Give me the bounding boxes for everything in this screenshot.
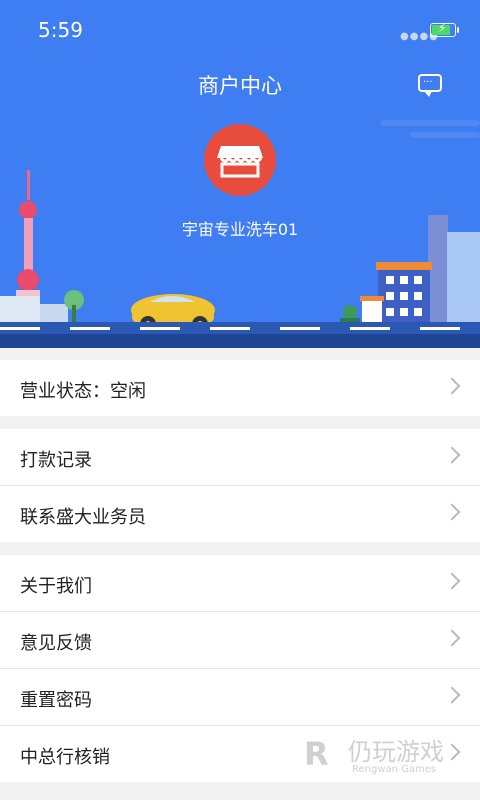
- chevron-right-icon: [443, 572, 461, 590]
- menu-section-finance: 打款记录 联系盛大业务员: [0, 429, 480, 542]
- chevron-right-icon: [443, 629, 461, 647]
- watermark-text: 仍玩游戏: [348, 738, 444, 766]
- menu-item-reset-password[interactable]: 重置密码: [0, 669, 480, 726]
- watermark-logo-icon: R: [304, 735, 329, 773]
- shop-name: 宇宙专业洗车01: [181, 220, 299, 239]
- menu-item-business-status[interactable]: 营业状态：空闲: [0, 360, 480, 416]
- menu-item-label: 联系盛大业务员: [20, 507, 146, 528]
- menu-item-label: 中总行核销: [20, 747, 110, 768]
- menu-item-label: 打款记录: [20, 450, 92, 471]
- menu-item-payment-records[interactable]: 打款记录: [0, 429, 480, 486]
- store-icon: [217, 146, 263, 178]
- menu-section-status: 营业状态：空闲: [0, 360, 480, 416]
- header-banner: 5:59 ●●●● ⚡ 商户中心 ··· 宇宙专业洗车01: [0, 0, 480, 348]
- road-base: [0, 334, 480, 348]
- menu-item-label: 关于我们: [20, 576, 92, 597]
- watermark-subtext: Rengwan Games: [352, 764, 437, 775]
- menu-item-label: 营业状态：空闲: [20, 381, 146, 402]
- chevron-right-icon: [443, 686, 461, 704]
- menu-item-label: 意见反馈: [20, 633, 92, 654]
- menu-item-about-us[interactable]: 关于我们: [0, 555, 480, 612]
- menu-item-feedback[interactable]: 意见反馈: [0, 612, 480, 669]
- shop-logo: [204, 124, 276, 196]
- road-markings: [0, 327, 480, 330]
- chevron-right-icon: [443, 377, 461, 395]
- watermark: R 仍玩游戏 Rengwan Games: [304, 730, 464, 780]
- menu-item-contact-salesperson[interactable]: 联系盛大业务员: [0, 486, 480, 542]
- chevron-right-icon: [443, 503, 461, 521]
- menu-item-label: 重置密码: [20, 690, 92, 711]
- chevron-right-icon: [443, 446, 461, 464]
